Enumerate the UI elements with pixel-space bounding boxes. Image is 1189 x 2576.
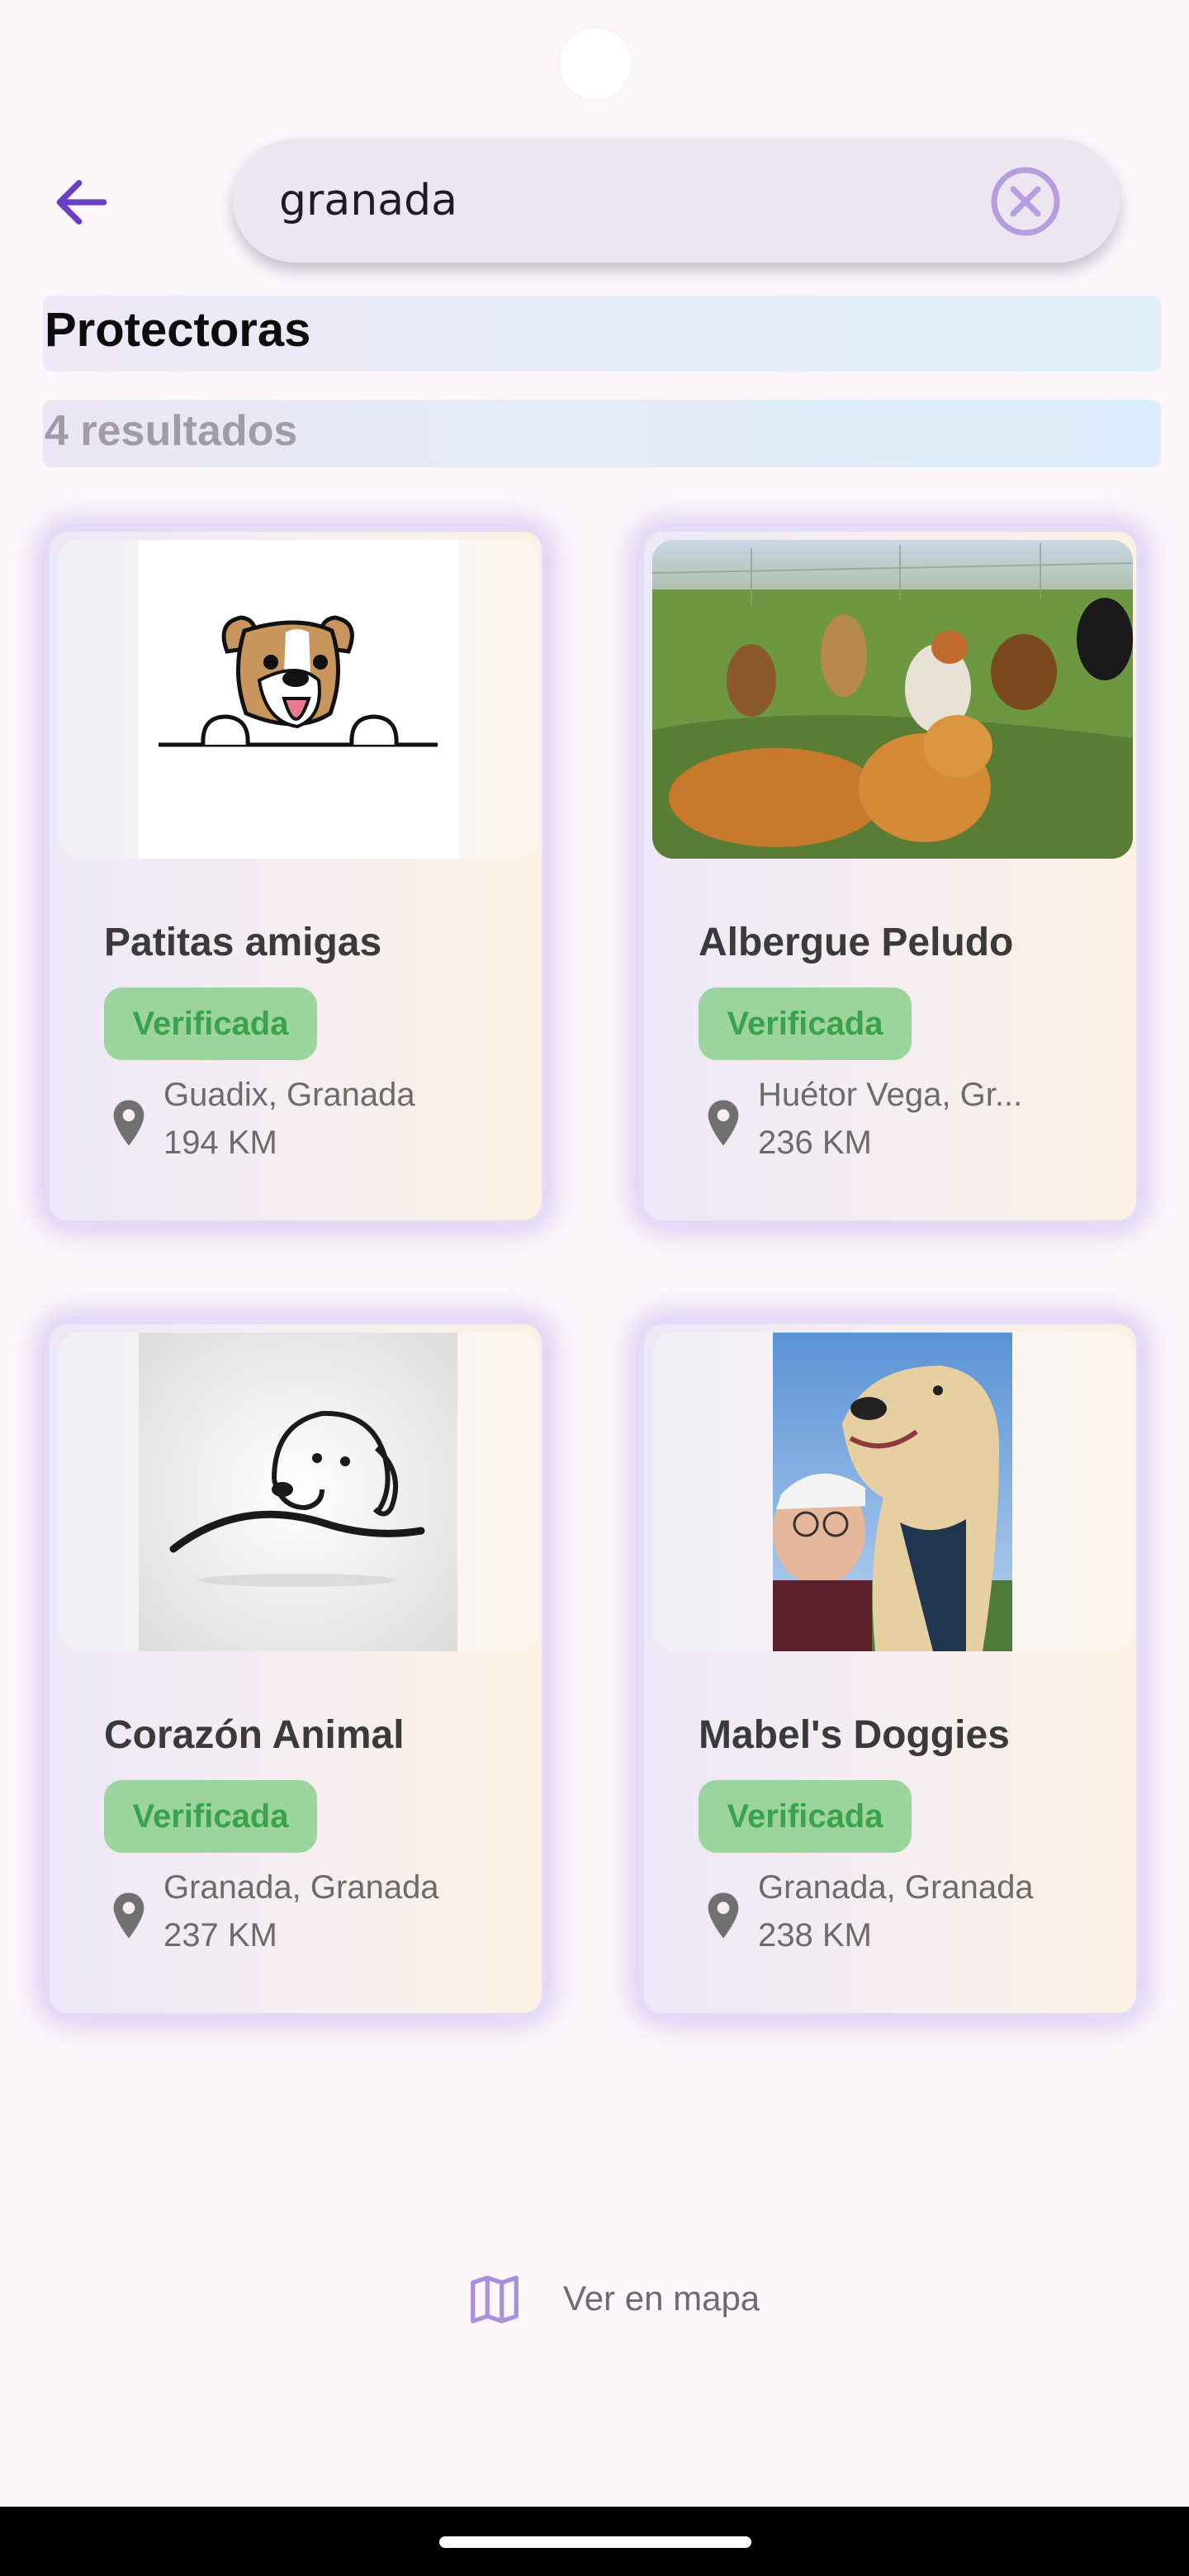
- cartoon-dog-logo-image: [139, 540, 459, 859]
- card-image-frame: [652, 540, 1133, 859]
- shelter-location: Huétor Vega, Gr...: [758, 1077, 1023, 1113]
- shelter-name: Corazón Animal: [104, 1713, 405, 1757]
- status-bar: [0, 0, 1189, 124]
- location-pin-icon: [708, 1892, 739, 1939]
- app-screen: Protectoras 4 resultados: [0, 0, 1189, 2576]
- search-input[interactable]: [279, 139, 956, 263]
- location-pin-icon: [113, 1100, 144, 1146]
- search-bar: [233, 139, 1120, 263]
- shelter-location: Granada, Granada: [758, 1869, 1034, 1906]
- clear-search-button[interactable]: [989, 165, 1062, 238]
- section-title: Protectoras: [45, 303, 311, 357]
- shelter-distance: 194 KM: [163, 1125, 277, 1161]
- dog-line-art-logo-image: [139, 1333, 457, 1651]
- shelter-name: Albergue Peludo: [699, 921, 1014, 964]
- camera-cutout: [560, 28, 631, 99]
- card-image-frame: [652, 1333, 1133, 1651]
- verified-badge: Verificada: [104, 987, 317, 1060]
- dogs-on-grass-photo: [652, 540, 1133, 859]
- view-on-map-label: Ver en mapa: [563, 2279, 760, 2318]
- shelter-card[interactable]: Albergue Peludo Verificada Huétor Vega, …: [639, 527, 1141, 1225]
- shelter-distance: 237 KM: [163, 1917, 277, 1953]
- view-on-map-button[interactable]: Ver en mapa: [456, 2259, 786, 2342]
- back-button[interactable]: [36, 157, 127, 248]
- verified-badge: Verificada: [699, 987, 912, 1060]
- result-count: 4 resultados: [45, 407, 298, 455]
- location-pin-icon: [708, 1100, 739, 1146]
- shelter-card[interactable]: Mabel's Doggies Verificada Granada, Gran…: [639, 1319, 1141, 2018]
- verified-badge: Verificada: [699, 1780, 912, 1853]
- location-pin-icon: [113, 1892, 144, 1939]
- home-indicator[interactable]: [439, 2536, 751, 2548]
- card-image-frame: [58, 1333, 538, 1651]
- clear-circle-icon: [991, 167, 1060, 236]
- shelter-location: Guadix, Granada: [163, 1077, 415, 1113]
- map-icon: [471, 2275, 519, 2323]
- shelter-card[interactable]: Corazón Animal Verificada Granada, Grana…: [45, 1319, 547, 2018]
- dog-selfie-photo: [773, 1333, 1012, 1651]
- shelter-location: Granada, Granada: [163, 1869, 439, 1906]
- arrow-back-icon: [56, 180, 107, 225]
- shelter-name: Patitas amigas: [104, 921, 382, 964]
- verified-badge: Verificada: [104, 1780, 317, 1853]
- shelter-name: Mabel's Doggies: [699, 1713, 1010, 1757]
- card-image-frame: [58, 540, 538, 859]
- shelter-card[interactable]: Patitas amigas Verificada Guadix, Granad…: [45, 527, 547, 1225]
- shelter-distance: 238 KM: [758, 1917, 872, 1953]
- shelter-distance: 236 KM: [758, 1125, 872, 1161]
